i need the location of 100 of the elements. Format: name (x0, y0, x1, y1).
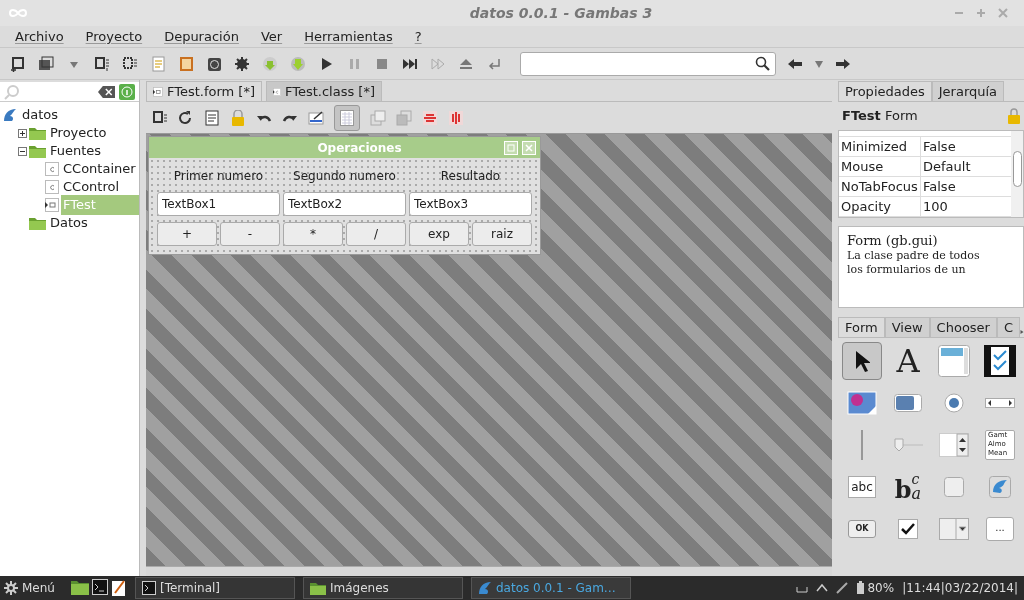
property-value[interactable]: Default (921, 157, 1011, 177)
edit-icon[interactable] (308, 109, 324, 126)
text-box[interactable]: TextBox2 (283, 192, 406, 216)
lock-icon[interactable] (230, 109, 246, 126)
button-tool-icon: OK (848, 520, 876, 538)
gear-icon (4, 581, 18, 595)
document-icon[interactable] (204, 109, 220, 126)
import-icon[interactable] (152, 109, 168, 126)
gear-icon[interactable] (234, 55, 250, 72)
menu-item[interactable]: Herramientas (304, 26, 393, 47)
start-menu-button[interactable]: Menú (4, 579, 55, 597)
vertical-scrollbar[interactable] (1011, 131, 1023, 217)
tree-item[interactable]: CControl (61, 177, 122, 197)
form-file-icon (153, 84, 163, 99)
editor-tab[interactable]: FTest.form [*] (146, 81, 262, 101)
form-label: Segundo numero (292, 168, 397, 185)
expand-icon[interactable] (18, 128, 27, 138)
tool-item[interactable]: ... (980, 510, 1020, 548)
folder-icon (29, 144, 46, 158)
lock-icon[interactable] (1008, 108, 1020, 124)
form-button[interactable]: - (220, 222, 280, 246)
folder-icon (309, 581, 326, 595)
pointer-icon (854, 350, 870, 372)
tool-item[interactable]: abc (842, 468, 882, 506)
class-file-icon (45, 180, 59, 194)
tool-item[interactable] (842, 342, 882, 380)
import-icon[interactable] (94, 55, 110, 72)
panel-tab[interactable]: Jerarquía (931, 81, 1005, 101)
window-title: datos 0.0.1 - Gambas 3 (469, 3, 653, 23)
folder-icon (29, 126, 46, 140)
form-button[interactable]: / (346, 222, 406, 246)
folder-icon (29, 216, 46, 230)
clear-icon[interactable] (97, 85, 116, 98)
align-vertical-icon[interactable] (422, 109, 438, 126)
text-box[interactable]: TextBox1 (157, 192, 280, 216)
clock: |11:44|03/22/2014| (902, 580, 1019, 597)
taskbar-button[interactable]: [Terminal] (134, 577, 295, 599)
panel-tab[interactable]: C (996, 317, 1021, 337)
search-field[interactable] (520, 51, 776, 76)
textbox-tool-icon: abc (848, 476, 876, 498)
tool-item[interactable]: OK (842, 510, 882, 548)
horizontal-scrollbar[interactable] (146, 566, 832, 576)
panel-tab[interactable]: Chooser (929, 317, 997, 337)
form-button[interactable]: * (283, 222, 343, 246)
menu-item[interactable]: Ver (260, 26, 283, 47)
refresh-icon[interactable] (178, 109, 194, 126)
search-icon (755, 55, 771, 72)
tree-item[interactable]: CContainer (61, 159, 138, 179)
class-file-icon (45, 162, 59, 176)
tree-item[interactable]: Proyecto (48, 123, 109, 143)
close-button[interactable] (998, 8, 1008, 18)
panel-tab[interactable]: View (884, 317, 930, 337)
form-label: Resultado (439, 168, 502, 185)
file-button-tool-icon: ... (986, 517, 1014, 541)
back-arrow-icon[interactable] (788, 57, 802, 70)
menu-item[interactable]: Proyecto (85, 26, 143, 47)
film-icon (984, 345, 1016, 377)
scrollbar-icon (985, 398, 1015, 408)
listbox-icon (938, 345, 970, 377)
property-name: NoTabFocus (839, 177, 921, 197)
menu-item[interactable]: Depuración (164, 26, 239, 47)
grid-toggle-button[interactable] (334, 104, 360, 131)
property-name: Minimized (839, 137, 921, 157)
menu-item[interactable]: ? (414, 26, 422, 47)
tree-item[interactable]: Fuentes (48, 141, 104, 161)
export-icon[interactable] (122, 55, 138, 72)
menu-item[interactable]: Archivo (15, 26, 64, 47)
form-button[interactable]: raiz (472, 222, 532, 246)
object-heading: FTest Form (842, 107, 918, 126)
forward-arrow-icon[interactable] (836, 57, 850, 70)
collapse-icon[interactable] (18, 146, 27, 156)
panel-tab[interactable]: Propiedades (838, 81, 932, 101)
windows-icon[interactable] (38, 55, 54, 72)
folder-icon[interactable] (70, 579, 89, 595)
panel-tab[interactable]: Form (838, 317, 885, 337)
property-value[interactable]: 100 (921, 197, 1011, 217)
property-value[interactable]: False (921, 137, 1011, 157)
form-title: Operaciones (317, 139, 402, 157)
tool-item[interactable]: A (888, 342, 928, 380)
tree-item[interactable]: datos (20, 105, 61, 125)
property-value[interactable]: False (921, 177, 1011, 197)
frame-icon (944, 477, 964, 497)
maximize-button[interactable] (976, 8, 986, 18)
form-label: Primer numero (172, 168, 265, 185)
taskbar-button[interactable]: datos 0.0.1 - Gam… (470, 577, 631, 599)
separator-icon (860, 430, 864, 460)
battery-icon (856, 581, 866, 595)
text-box[interactable]: TextBox3 (409, 192, 532, 216)
new-window-icon[interactable] (10, 55, 26, 72)
tree-item[interactable]: Datos (48, 213, 90, 233)
dropdown-icon[interactable] (814, 58, 824, 69)
form-button[interactable]: + (157, 222, 217, 246)
property-name: Mouse (839, 157, 921, 177)
notepad-icon[interactable] (110, 579, 127, 597)
label-tool-text: A (896, 344, 920, 378)
slider-icon (893, 437, 923, 453)
align-horizontal-icon[interactable] (448, 109, 464, 126)
editor-tab[interactable]: FTest.class [*] (266, 81, 382, 101)
taskbar-button[interactable]: Imágenes (302, 577, 463, 599)
form-button[interactable]: exp (409, 222, 469, 246)
